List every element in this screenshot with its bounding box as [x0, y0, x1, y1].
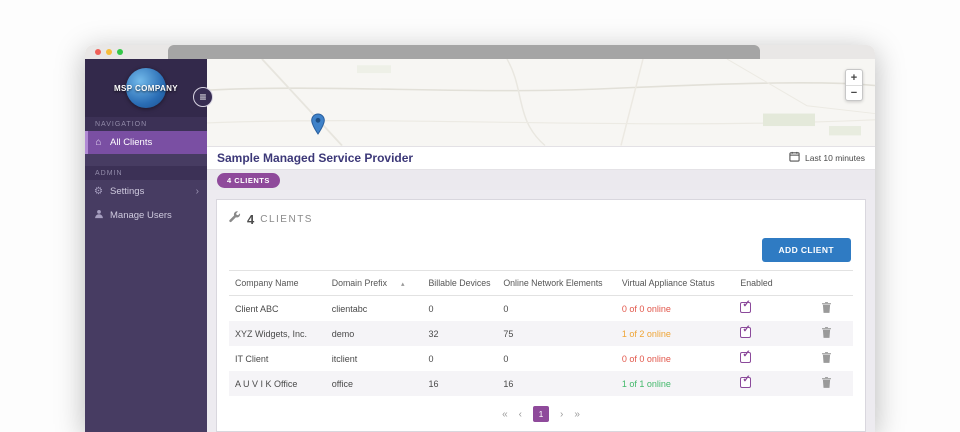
sidebar-item-settings[interactable]: ⚙ Settings ›: [85, 180, 207, 203]
content-area: 4 CLIENTS ADD CLIENT: [207, 190, 875, 432]
title-bar: Sample Managed Service Provider Last 10 …: [207, 147, 875, 171]
sort-ascending-icon: ▴: [401, 281, 405, 288]
table-header-row: Company Name Domain Prefix ▴ Billable Dev…: [229, 271, 853, 296]
billable-devices-cell: 32: [422, 321, 497, 346]
online-elements-cell: 16: [497, 371, 616, 396]
zoom-in-button[interactable]: +: [846, 70, 862, 85]
appliance-status-cell: 0 of 0 online: [616, 346, 735, 371]
map-roads: [207, 59, 875, 146]
pagination-next[interactable]: ›: [560, 409, 563, 420]
col-enabled[interactable]: Enabled: [734, 271, 815, 296]
trash-icon[interactable]: [822, 380, 831, 390]
clients-count-label: CLIENTS: [260, 214, 313, 225]
company-name-cell: XYZ Widgets, Inc.: [229, 321, 326, 346]
online-elements-cell: 75: [497, 321, 616, 346]
time-filter[interactable]: Last 10 minutes: [789, 151, 865, 164]
page-background: MSP COMPANY NAVIGATION ⌂ All Clients ADM…: [0, 0, 960, 432]
online-elements-cell: 0: [497, 296, 616, 322]
gear-icon: ⚙: [93, 186, 104, 197]
maximize-window-icon[interactable]: [117, 49, 123, 55]
clients-table: Company Name Domain Prefix ▴ Billable Dev…: [229, 270, 853, 396]
chevron-right-icon: ›: [196, 186, 199, 197]
checkmark-icon: ✓: [742, 349, 750, 360]
company-name-cell: A U V I K Office: [229, 371, 326, 396]
checkmark-icon: ✓: [742, 299, 750, 310]
add-client-button[interactable]: ADD CLIENT: [762, 238, 851, 262]
user-icon: [93, 209, 104, 222]
pagination-first[interactable]: «: [502, 409, 508, 420]
pagination: « ‹ 1 › »: [229, 406, 853, 422]
clients-card: 4 CLIENTS ADD CLIENT: [216, 199, 866, 432]
table-row: IT Client itclient 0 0 0 of 0 online ✓: [229, 346, 853, 371]
app-logo: MSP COMPANY: [85, 59, 207, 117]
enabled-checkbox[interactable]: ✓: [740, 327, 751, 338]
table-row: Client ABC clientabc 0 0 0 of 0 online ✓: [229, 296, 853, 322]
sidebar-section-navigation: NAVIGATION: [85, 117, 207, 131]
sidebar-section-admin: ADMIN: [85, 166, 207, 180]
pagination-page-1[interactable]: 1: [533, 406, 549, 422]
appliance-status-cell: 1 of 1 online: [616, 371, 735, 396]
billable-devices-cell: 0: [422, 296, 497, 322]
close-window-icon[interactable]: [95, 49, 101, 55]
logo-text: MSP COMPANY: [114, 84, 178, 93]
badge-strip: 4 CLIENTS: [207, 170, 875, 190]
company-name-cell: IT Client: [229, 346, 326, 371]
browser-tab-strip: [168, 45, 760, 59]
sidebar-item-all-clients[interactable]: ⌂ All Clients: [85, 131, 207, 154]
appliance-status-cell: 1 of 2 online: [616, 321, 735, 346]
sidebar-menu-button[interactable]: ≡: [193, 87, 213, 107]
wrench-icon: [229, 210, 241, 228]
col-domain-prefix[interactable]: Domain Prefix ▴: [326, 271, 423, 296]
page-title: Sample Managed Service Provider: [217, 151, 413, 165]
checkmark-icon: ✓: [742, 374, 750, 385]
minimize-window-icon[interactable]: [106, 49, 112, 55]
enabled-checkbox[interactable]: ✓: [740, 377, 751, 388]
trash-icon[interactable]: [822, 355, 831, 365]
enabled-checkbox[interactable]: ✓: [740, 302, 751, 313]
appliance-status-cell: 0 of 0 online: [616, 296, 735, 322]
time-filter-label: Last 10 minutes: [805, 153, 865, 163]
hamburger-icon: ≡: [199, 91, 206, 103]
calendar-icon: [789, 151, 800, 164]
clients-count-badge: 4 CLIENTS: [217, 173, 280, 188]
online-elements-cell: 0: [497, 346, 616, 371]
col-domain-prefix-label: Domain Prefix: [332, 278, 387, 288]
map-zoom-control: + −: [845, 69, 863, 101]
sidebar-item-label: Settings: [110, 186, 144, 197]
sidebar: MSP COMPANY NAVIGATION ⌂ All Clients ADM…: [85, 59, 207, 432]
domain-prefix-cell: itclient: [326, 346, 423, 371]
domain-prefix-cell: clientabc: [326, 296, 423, 322]
col-billable-devices[interactable]: Billable Devices: [422, 271, 497, 296]
pagination-last[interactable]: »: [574, 409, 580, 420]
sidebar-item-label: All Clients: [110, 137, 152, 148]
map-pin-icon[interactable]: [310, 113, 326, 135]
table-row: XYZ Widgets, Inc. demo 32 75 1 of 2 onli…: [229, 321, 853, 346]
billable-devices-cell: 16: [422, 371, 497, 396]
col-online-network-elements[interactable]: Online Network Elements: [497, 271, 616, 296]
home-icon: ⌂: [93, 137, 104, 148]
map-panel[interactable]: + −: [207, 59, 875, 147]
zoom-out-button[interactable]: −: [846, 85, 862, 100]
trash-icon[interactable]: [822, 305, 831, 315]
domain-prefix-cell: office: [326, 371, 423, 396]
col-virtual-appliance-status[interactable]: Virtual Appliance Status: [616, 271, 735, 296]
sidebar-item-manage-users[interactable]: Manage Users: [85, 203, 207, 228]
table-row: A U V I K Office office 16 16 1 of 1 onl…: [229, 371, 853, 396]
sidebar-item-label: Manage Users: [110, 210, 172, 221]
checkmark-icon: ✓: [742, 324, 750, 335]
browser-window: MSP COMPANY NAVIGATION ⌂ All Clients ADM…: [85, 45, 875, 432]
clients-count: 4: [247, 212, 254, 227]
billable-devices-cell: 0: [422, 346, 497, 371]
browser-chrome: [85, 45, 875, 59]
col-actions: [816, 271, 853, 296]
pagination-prev[interactable]: ‹: [519, 409, 522, 420]
enabled-checkbox[interactable]: ✓: [740, 352, 751, 363]
col-company-name[interactable]: Company Name: [229, 271, 326, 296]
company-name-cell: Client ABC: [229, 296, 326, 322]
trash-icon[interactable]: [822, 330, 831, 340]
domain-prefix-cell: demo: [326, 321, 423, 346]
